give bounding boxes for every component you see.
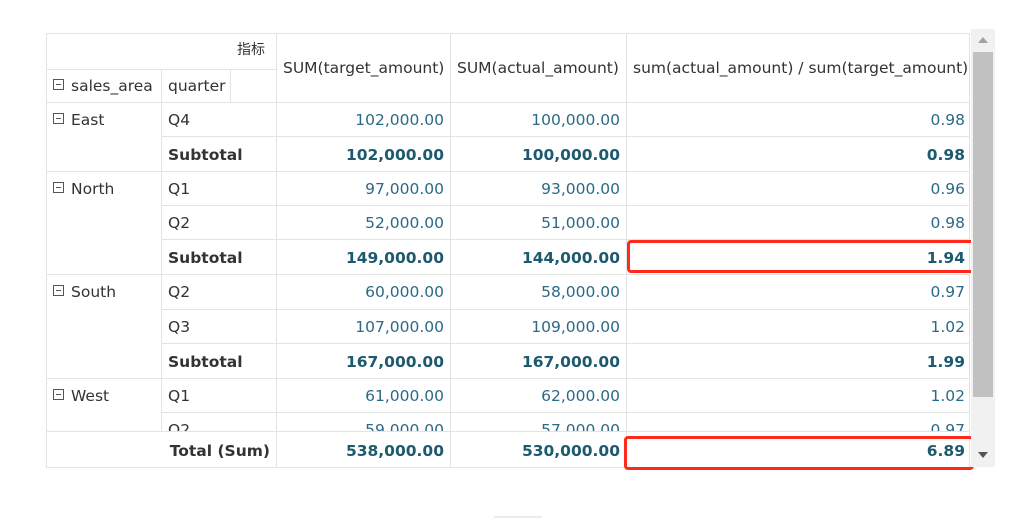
row-field-header-spacer	[231, 70, 277, 103]
actual-value: 100,000.00	[451, 103, 627, 137]
collapse-icon[interactable]	[53, 79, 64, 90]
ratio-value: 0.97	[627, 275, 969, 310]
row-field-header-sales-area[interactable]: sales_area	[47, 70, 162, 103]
subtotal-actual: 167,000.00	[451, 344, 627, 379]
subtotal-actual: 100,000.00	[451, 137, 627, 172]
metric-header: 指标	[231, 34, 277, 70]
quarter-cell: Q1	[162, 172, 277, 206]
quarter-cell: Q1	[162, 379, 277, 413]
total-actual: 530,000.00	[451, 431, 627, 467]
ratio-value: 1.02	[627, 310, 969, 344]
total-target: 538,000.00	[277, 431, 451, 467]
resize-handle[interactable]	[494, 516, 542, 523]
subtotal-actual: 144,000.00	[451, 240, 627, 275]
target-value: 102,000.00	[277, 103, 451, 137]
area-label: West	[71, 387, 110, 405]
area-cell-east[interactable]: East	[47, 103, 162, 172]
target-value: 107,000.00	[277, 310, 451, 344]
actual-value: 58,000.00	[451, 275, 627, 310]
actual-value: 51,000.00	[451, 206, 627, 240]
area-label: South	[71, 283, 117, 301]
total-label: Total (Sum)	[47, 431, 277, 467]
area-label: North	[71, 180, 115, 198]
collapse-icon[interactable]	[53, 182, 64, 193]
subtotal-ratio: 1.99	[627, 344, 969, 379]
target-value: 61,000.00	[277, 379, 451, 413]
ratio-value: 1.02	[627, 379, 969, 413]
column-header-actual[interactable]: SUM(actual_amount)	[451, 34, 627, 103]
corner-header	[47, 34, 231, 70]
subtotal-target: 167,000.00	[277, 344, 451, 379]
actual-value: 62,000.00	[451, 379, 627, 413]
target-value: 97,000.00	[277, 172, 451, 206]
column-header-target[interactable]: SUM(target_amount)	[277, 34, 451, 103]
ratio-value: 0.96	[627, 172, 969, 206]
area-cell-north[interactable]: North	[47, 172, 162, 275]
target-value: 52,000.00	[277, 206, 451, 240]
highlight-box-north-subtotal-ratio	[627, 240, 976, 273]
highlight-box-total-ratio	[624, 436, 974, 470]
subtotal-target: 149,000.00	[277, 240, 451, 275]
row-field-header-quarter[interactable]: quarter	[162, 70, 231, 103]
row-field-label: sales_area	[71, 77, 153, 95]
actual-value: 93,000.00	[451, 172, 627, 206]
quarter-cell: Q2	[162, 206, 277, 240]
subtotal-label: Subtotal	[162, 240, 277, 275]
subtotal-label: Subtotal	[162, 137, 277, 172]
area-cell-south[interactable]: South	[47, 275, 162, 379]
scroll-up-arrow-icon[interactable]	[978, 37, 988, 43]
column-header-ratio[interactable]: sum(actual_amount) / sum(target_amount)	[627, 34, 969, 103]
quarter-cell: Q4	[162, 103, 277, 137]
ratio-value: 0.98	[627, 103, 969, 137]
target-value: 60,000.00	[277, 275, 451, 310]
actual-value: 109,000.00	[451, 310, 627, 344]
collapse-icon[interactable]	[53, 113, 64, 124]
scroll-down-arrow-icon[interactable]	[978, 452, 988, 458]
quarter-cell: Q2	[162, 275, 277, 310]
subtotal-ratio: 0.98	[627, 137, 969, 172]
subtotal-target: 102,000.00	[277, 137, 451, 172]
collapse-icon[interactable]	[53, 389, 64, 400]
quarter-cell: Q3	[162, 310, 277, 344]
area-label: East	[71, 111, 105, 129]
ratio-value: 0.98	[627, 206, 969, 240]
scrollbar-thumb[interactable]	[973, 52, 993, 397]
collapse-icon[interactable]	[53, 285, 64, 296]
subtotal-label: Subtotal	[162, 344, 277, 379]
